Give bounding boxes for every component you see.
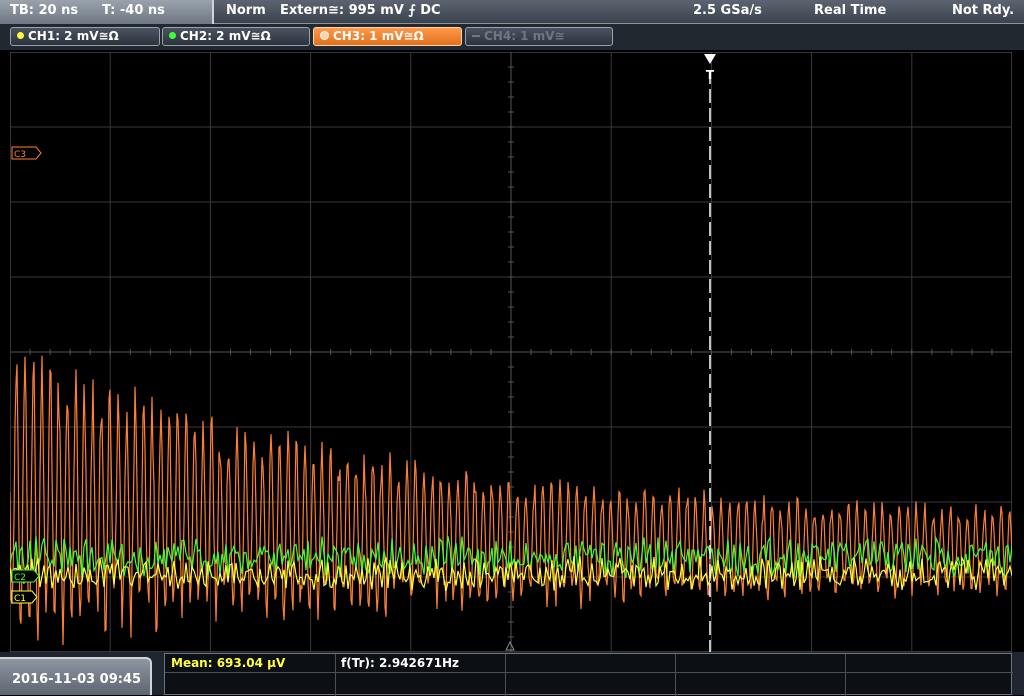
datetime-panel[interactable]: 2016-11-03 09:45 [0, 657, 152, 695]
channel-3-button[interactable]: CH3: 1 mV≅Ω [313, 27, 462, 46]
ch1-marker-label: C1 [14, 594, 26, 604]
channel-1-dot-icon [17, 32, 24, 39]
status-bar: TB: 20 ns T: -40 ns Norm Extern≅: 995 mV… [0, 0, 1024, 24]
acquisition-mode[interactable]: Real Time [814, 3, 886, 18]
channel-4-button[interactable]: CH4: 1 mV≅ [465, 27, 613, 46]
measurement-panel[interactable]: Mean: 693.04 µV f(Tr): 2.942671Hz [164, 653, 1013, 696]
ch3-ground-marker[interactable]: C3 [11, 146, 42, 160]
measurement-column-divider [335, 654, 336, 696]
trigger-label: T [706, 68, 715, 82]
trigger-source[interactable]: Extern≅: 995 mV ⨍ DC [280, 3, 441, 18]
channel-3-dot-icon [320, 31, 329, 40]
frequency-measurement: f(Tr): 2.942671Hz [341, 656, 459, 670]
waveform-display[interactable]: T C3 C2 C1 [9, 51, 1013, 653]
ch1-ground-marker[interactable]: C1 [11, 590, 38, 604]
timebase-readout: TB: 20 ns [10, 3, 79, 18]
channel-1-label: CH1: 2 mV≅Ω [28, 29, 119, 43]
ch3-marker-label: C3 [14, 150, 26, 160]
channel-3-label: CH3: 1 mV≅Ω [333, 29, 424, 43]
channel-2-dot-icon [169, 32, 176, 39]
ch2-ground-marker[interactable]: C2 [11, 569, 40, 583]
acquisition-status: Not Rdy. [952, 3, 1015, 18]
waveform-canvas[interactable]: T C3 C2 C1 [9, 51, 1013, 653]
measurement-column-divider [675, 654, 676, 696]
mean-measurement: Mean: 693.04 µV [171, 656, 286, 670]
trigger-time-readout: T: -40 ns [102, 3, 165, 18]
ch2-marker-label: C2 [14, 573, 26, 583]
sample-rate: 2.5 GSa/s [693, 3, 762, 18]
channel-2-label: CH2: 2 mV≅Ω [180, 29, 271, 43]
timebase-panel[interactable]: TB: 20 ns T: -40 ns [0, 0, 214, 24]
measurement-column-divider [845, 654, 846, 696]
channel-4-dash-icon [472, 34, 480, 37]
channel-4-label: CH4: 1 mV≅ [484, 29, 565, 43]
trigger-mode[interactable]: Norm [226, 3, 266, 18]
channel-2-button[interactable]: CH2: 2 mV≅Ω [162, 27, 310, 46]
measurement-divider [165, 672, 1013, 673]
measurement-column-divider [505, 654, 506, 696]
datetime-readout: 2016-11-03 09:45 [12, 672, 142, 687]
channel-bar: CH1: 2 mV≅Ω CH2: 2 mV≅Ω CH3: 1 mV≅Ω CH4:… [0, 24, 1024, 50]
channel-1-button[interactable]: CH1: 2 mV≅Ω [10, 27, 160, 46]
